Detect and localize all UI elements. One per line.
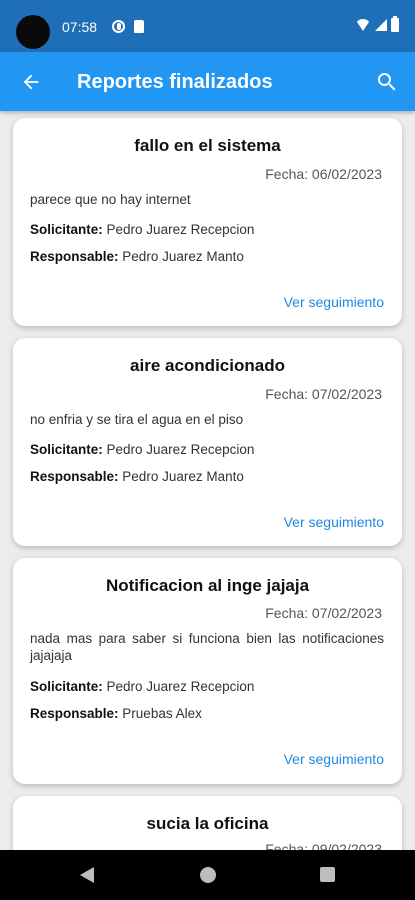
search-button[interactable] xyxy=(369,64,405,100)
wifi-icon xyxy=(355,19,371,31)
camera-cutout xyxy=(16,15,50,49)
ver-seguimiento-link[interactable]: Ver seguimiento xyxy=(284,294,384,310)
report-date: Fecha: 06/02/2023 xyxy=(265,166,382,182)
solicitante-value: Pedro Juarez Recepcion xyxy=(106,679,255,694)
back-button[interactable] xyxy=(13,64,49,100)
responsable-label: Responsable: xyxy=(30,469,119,484)
report-title: Notificacion al inge jajaja xyxy=(105,576,310,595)
responsable-value: Pedro Juarez Manto xyxy=(122,469,244,484)
app-bar: Reportes finalizados xyxy=(0,52,415,111)
page-title: Reportes finalizados xyxy=(77,71,273,93)
report-title: sucia la oficina xyxy=(146,814,269,833)
ver-seguimiento-link[interactable]: Ver seguimiento xyxy=(284,514,384,530)
report-responsable: Responsable: Pedro Juarez Manto xyxy=(30,249,244,264)
battery-icon xyxy=(391,16,399,32)
report-description: nada mas para saber si funciona bien las… xyxy=(30,631,384,663)
report-date: Fecha: 09/02/2023 xyxy=(265,841,382,850)
ver-seguimiento-link[interactable]: Ver seguimiento xyxy=(284,751,384,767)
report-card[interactable]: sucia la oficina Fecha: 09/02/2023 xyxy=(13,796,402,850)
sim-card-icon xyxy=(134,20,144,33)
solicitante-value: Pedro Juarez Recepcion xyxy=(106,442,255,457)
solicitante-label: Solicitante: xyxy=(30,222,103,237)
report-solicitante: Solicitante: Pedro Juarez Recepcion xyxy=(30,222,254,237)
status-time: 07:58 xyxy=(62,19,98,35)
status-indicators xyxy=(355,16,399,32)
report-solicitante: Solicitante: Pedro Juarez Recepcion xyxy=(30,442,254,457)
signal-icon xyxy=(375,19,387,31)
responsable-value: Pedro Juarez Manto xyxy=(122,249,244,264)
sync-status-icon xyxy=(112,20,125,33)
responsable-value: Pruebas Alex xyxy=(122,706,202,721)
nav-back-icon[interactable] xyxy=(80,867,94,883)
solicitante-label: Solicitante: xyxy=(30,442,103,457)
report-title: aire acondicionado xyxy=(130,356,285,375)
report-title: fallo en el sistema xyxy=(134,136,281,155)
report-card[interactable]: aire acondicionado Fecha: 07/02/2023 no … xyxy=(13,338,402,546)
solicitante-value: Pedro Juarez Recepcion xyxy=(106,222,255,237)
report-description: no enfria y se tira el agua en el piso xyxy=(30,412,244,427)
report-card[interactable]: fallo en el sistema Fecha: 06/02/2023 pa… xyxy=(13,118,402,326)
responsable-label: Responsable: xyxy=(30,249,119,264)
report-card[interactable]: Notificacion al inge jajaja Fecha: 07/02… xyxy=(13,558,402,784)
report-responsable: Responsable: Pedro Juarez Manto xyxy=(30,469,244,484)
nav-home-icon[interactable] xyxy=(200,867,216,883)
report-date: Fecha: 07/02/2023 xyxy=(265,605,382,621)
report-solicitante: Solicitante: Pedro Juarez Recepcion xyxy=(30,679,254,694)
status-bar: 07:58 xyxy=(0,0,415,52)
search-icon xyxy=(378,73,396,91)
report-date: Fecha: 07/02/2023 xyxy=(265,386,382,402)
responsable-label: Responsable: xyxy=(30,706,119,721)
arrow-left-icon xyxy=(23,74,39,90)
report-responsable: Responsable: Pruebas Alex xyxy=(30,706,202,721)
system-nav-bar xyxy=(0,850,415,900)
report-description: parece que no hay internet xyxy=(30,192,191,207)
nav-recents-icon[interactable] xyxy=(320,867,335,882)
reports-list[interactable]: fallo en el sistema Fecha: 06/02/2023 pa… xyxy=(0,111,415,850)
solicitante-label: Solicitante: xyxy=(30,679,103,694)
